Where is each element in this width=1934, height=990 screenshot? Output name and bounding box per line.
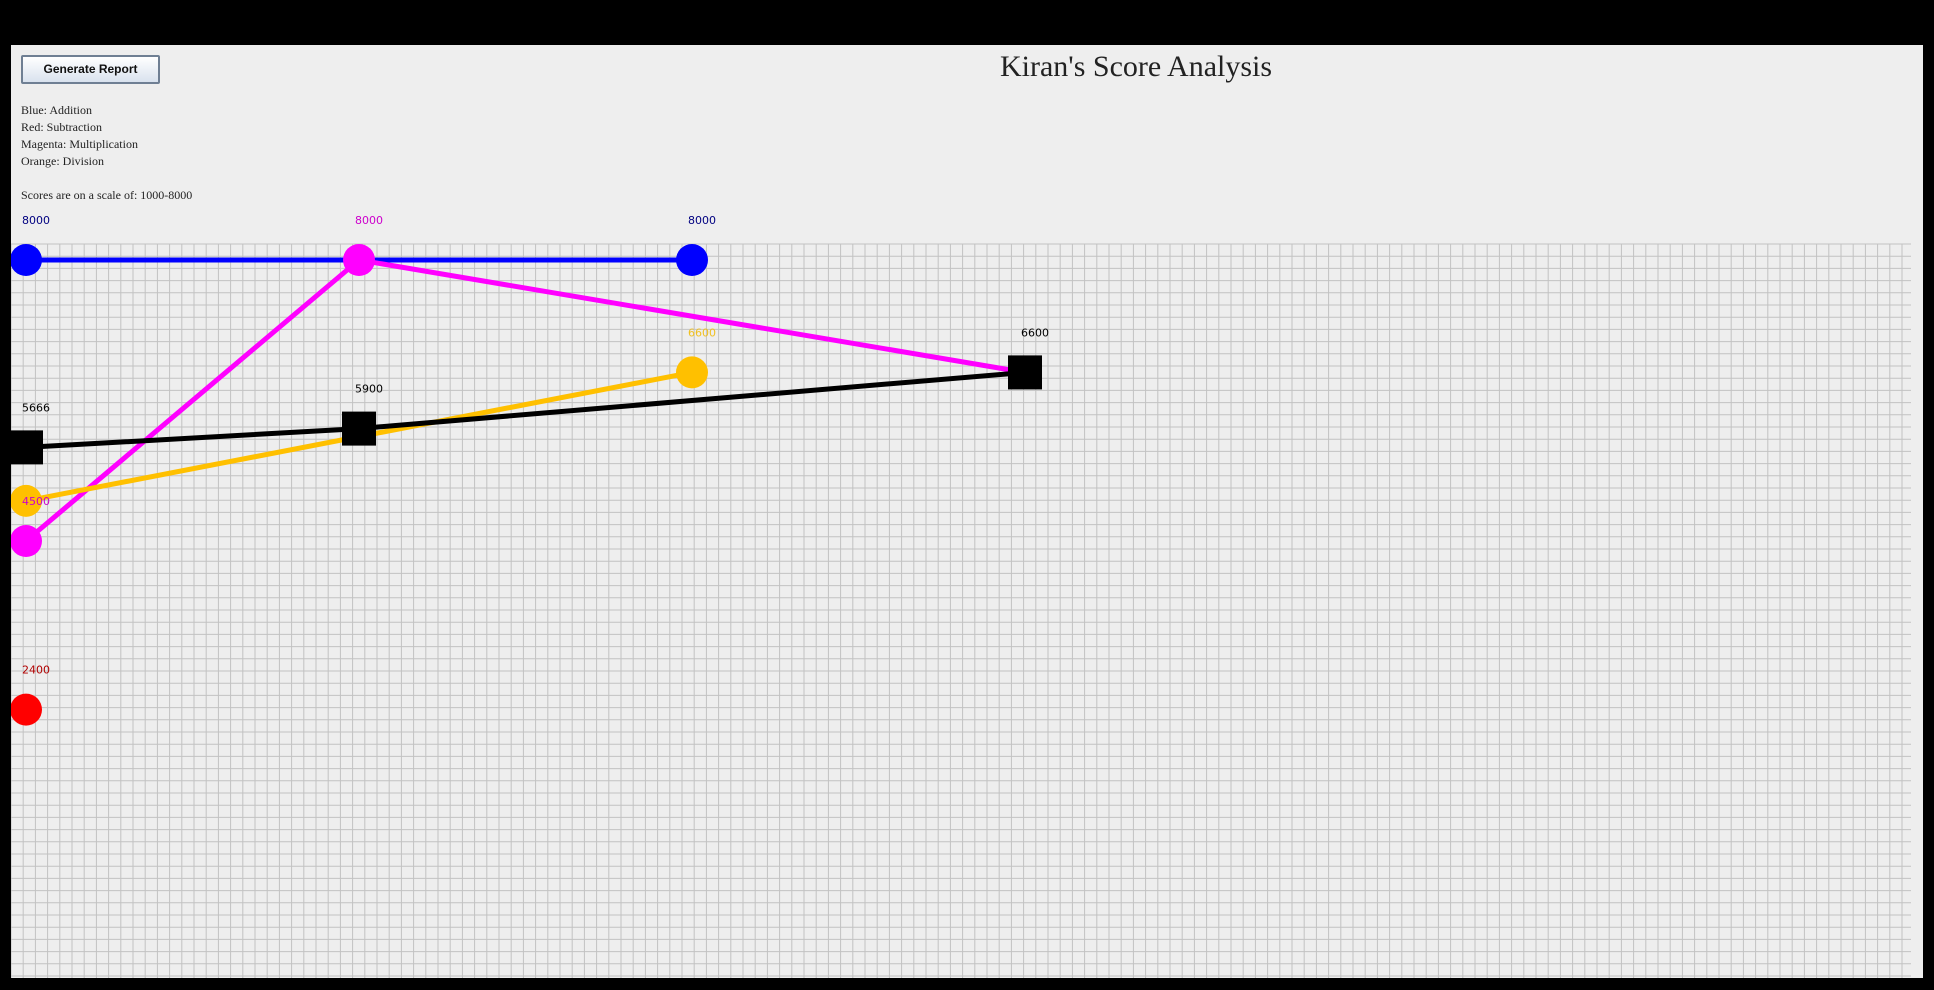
series-4-point-1 <box>342 411 376 446</box>
series-1-point-0 <box>11 693 42 726</box>
data-label: 5666 <box>22 401 50 414</box>
data-label: 8000 <box>22 214 50 227</box>
score-chart: 8000 8000 8000 6600 6600 5900 5666 4500 2400 <box>11 214 1911 978</box>
series-0-point-1 <box>676 244 708 276</box>
series-4-point-2 <box>1008 355 1042 390</box>
data-label: 2400 <box>22 664 50 677</box>
data-label: 8000 <box>355 214 383 227</box>
series-3-point-1 <box>676 356 708 389</box>
data-label: 5900 <box>355 383 383 396</box>
series-line-2 <box>24 257 1026 543</box>
series-2-point-0 <box>11 525 42 557</box>
series-line-4 <box>25 369 1026 450</box>
data-label: 8000 <box>688 214 716 227</box>
series-4-point-0 <box>11 430 43 465</box>
series-0-point-0 <box>11 244 42 276</box>
main-panel: Generate Report Kiran's Score Analysis B… <box>11 45 1923 978</box>
data-label: 4500 <box>22 495 50 508</box>
data-label: 6600 <box>1021 326 1049 339</box>
series-2-point-1 <box>343 244 375 276</box>
data-label: 6600 <box>688 326 716 339</box>
chart-grid <box>11 243 1911 978</box>
